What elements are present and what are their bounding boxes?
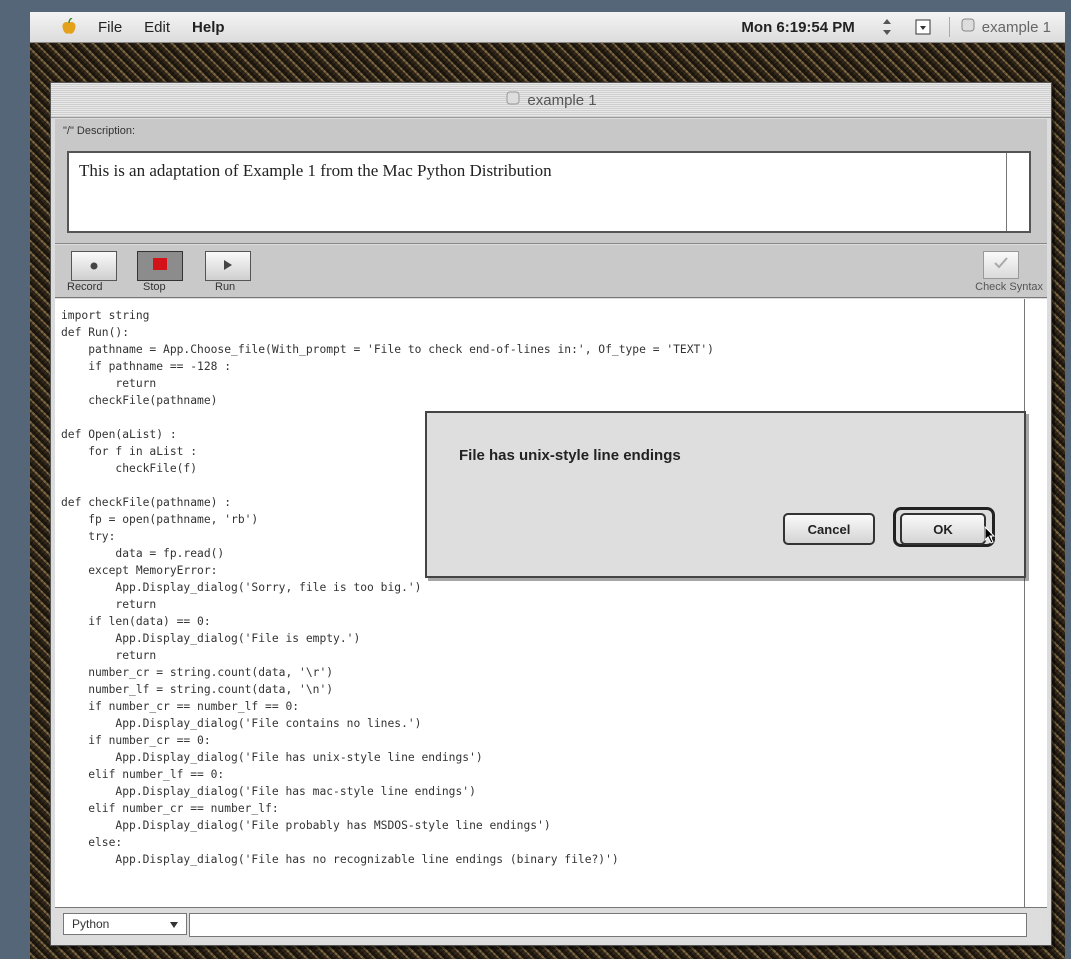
run-button[interactable] — [205, 251, 251, 281]
description-field[interactable]: This is an adaptation of Example 1 from … — [67, 151, 1031, 233]
popup-arrow-icon — [170, 917, 178, 931]
menu-help[interactable]: Help — [192, 19, 225, 36]
run-label: Run — [215, 281, 236, 293]
check-syntax-button[interactable] — [983, 251, 1019, 279]
status-bar: Python — [55, 909, 1047, 941]
description-scrollbar[interactable] — [1006, 153, 1029, 231]
document-icon — [505, 90, 521, 110]
record-button[interactable] — [71, 251, 117, 281]
editor-scrollbar[interactable] — [1024, 299, 1047, 907]
menu-bar: File Edit Help Mon 6:19:54 PM example 1 — [30, 12, 1065, 43]
checkmark-icon — [994, 256, 1008, 274]
description-panel: "/" Description: This is an adaptation o… — [55, 119, 1047, 244]
language-label: Python — [72, 917, 110, 931]
app-menu-label: example 1 — [981, 18, 1051, 36]
language-popup[interactable]: Python — [63, 913, 187, 935]
menu-file[interactable]: File — [98, 19, 122, 36]
sound-control-icon[interactable] — [877, 17, 897, 37]
record-label: Record — [67, 281, 103, 293]
cancel-button[interactable]: Cancel — [783, 513, 875, 545]
menubar-clock[interactable]: Mon 6:19:54 PM — [741, 19, 854, 36]
status-field — [189, 913, 1027, 937]
stop-icon — [153, 257, 167, 275]
mouse-cursor-icon — [984, 525, 996, 549]
stop-button[interactable] — [137, 251, 183, 281]
description-label[interactable]: "/" Description: — [63, 125, 135, 137]
alert-message: File has unix-style line endings — [459, 447, 681, 464]
app-menu[interactable]: example 1 — [948, 17, 1051, 37]
record-icon — [90, 257, 98, 275]
apple-menu-icon[interactable] — [58, 16, 80, 38]
application-switcher-icon[interactable] — [913, 17, 933, 37]
script-editor[interactable]: import string def Run(): pathname = App.… — [55, 299, 1047, 908]
window-title: example 1 — [527, 91, 597, 109]
default-button-ring: OK — [893, 507, 996, 549]
script-toolbar: Record Stop Run Check Syntax — [55, 245, 1047, 298]
play-icon — [224, 257, 232, 275]
stop-label: Stop — [143, 281, 166, 293]
description-text: This is an adaptation of Example 1 from … — [79, 161, 552, 180]
window-titlebar[interactable]: example 1 — [51, 83, 1051, 118]
script-app-icon — [960, 17, 976, 37]
ok-button[interactable]: OK — [900, 513, 986, 545]
script-code[interactable]: import string def Run(): pathname = App.… — [55, 299, 1047, 876]
check-syntax-label: Check Syntax — [975, 281, 1043, 293]
menu-edit[interactable]: Edit — [144, 19, 170, 36]
alert-dialog: File has unix-style line endings Cancel … — [425, 411, 1026, 578]
